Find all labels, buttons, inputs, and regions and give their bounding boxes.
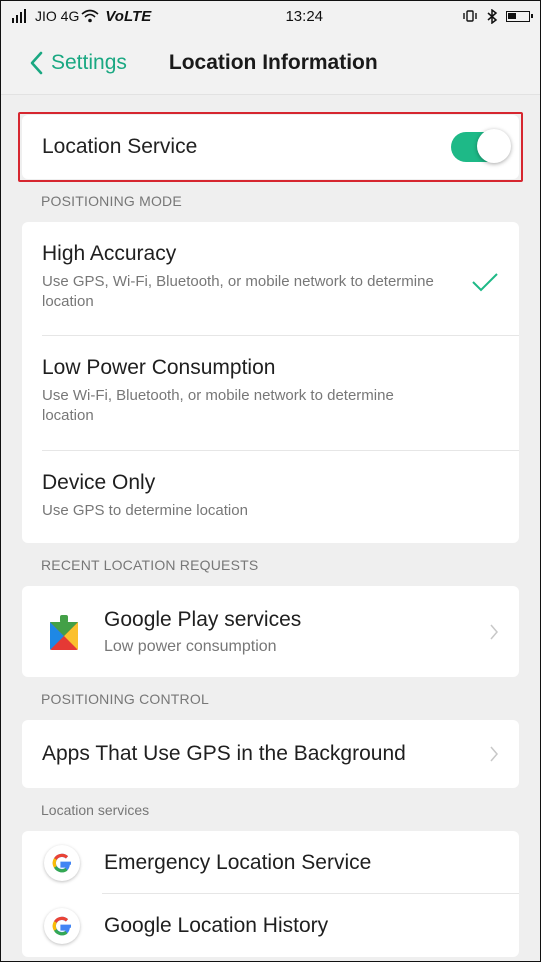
positioning-mode-card: High Accuracy Use GPS, Wi-Fi, Bluetooth,… <box>22 222 519 543</box>
apps-gps-background-label: Apps That Use GPS in the Background <box>42 742 406 765</box>
status-left: JIO 4G VoLTE <box>11 8 207 25</box>
volte-prefix: Vo <box>105 7 124 25</box>
option-title: Low Power Consumption <box>42 356 276 379</box>
status-right <box>462 8 533 24</box>
location-service-label: Location Service <box>42 135 198 158</box>
option-high-accuracy[interactable]: High Accuracy Use GPS, Wi-Fi, Bluetooth,… <box>22 222 519 336</box>
option-device-only[interactable]: Device Only Use GPS to determine locatio… <box>22 451 519 543</box>
page-title: Location Information <box>168 50 378 74</box>
location-services-card: Emergency Location Service Google Locati… <box>22 831 519 957</box>
google-g-icon <box>44 907 80 944</box>
chevron-left-icon <box>30 51 43 74</box>
service-location-history[interactable]: Google Location History <box>22 894 519 957</box>
request-text: Google Play services Low power consumpti… <box>104 608 489 656</box>
location-service-toggle[interactable] <box>451 129 511 163</box>
section-positioning-mode: POSITIONING MODE <box>41 192 182 209</box>
volte-suffix: LTE <box>123 7 152 25</box>
wifi-icon <box>81 9 99 23</box>
positioning-control-card: Apps That Use GPS in the Background <box>22 720 519 788</box>
screen: JIO 4G VoLTE 13:24 Settings Location Inf… <box>0 0 541 962</box>
google-play-services-icon <box>50 614 78 650</box>
option-title: High Accuracy <box>42 242 177 265</box>
toggle-knob <box>477 129 511 163</box>
option-low-power[interactable]: Low Power Consumption Use Wi-Fi, Bluetoo… <box>22 336 519 451</box>
service-emergency-location[interactable]: Emergency Location Service <box>22 831 519 894</box>
battery-icon <box>506 10 533 22</box>
request-google-play-services[interactable]: Google Play services Low power consumpti… <box>22 586 519 677</box>
request-title: Google Play services <box>104 607 302 631</box>
option-title: Device Only <box>42 471 156 494</box>
volte-label: VoLTE <box>105 8 151 25</box>
status-bar: JIO 4G VoLTE 13:24 <box>1 1 540 31</box>
app-header: Settings Location Information <box>1 31 540 95</box>
chevron-right-icon <box>490 746 498 762</box>
apps-gps-background-row[interactable]: Apps That Use GPS in the Background <box>22 720 519 788</box>
back-label: Settings <box>51 50 127 74</box>
option-desc: Use GPS, Wi-Fi, Bluetooth, or mobile net… <box>42 273 434 310</box>
option-desc: Use Wi-Fi, Bluetooth, or mobile network … <box>42 387 394 424</box>
clock: 13:24 <box>285 7 324 25</box>
section-recent-requests: RECENT LOCATION REQUESTS <box>41 556 259 573</box>
recent-requests-card: Google Play services Low power consumpti… <box>22 586 519 677</box>
checkmark-icon <box>472 273 498 292</box>
bluetooth-icon <box>487 8 498 24</box>
carrier-label: JIO 4G <box>35 8 80 24</box>
vibrate-icon <box>463 10 477 22</box>
section-location-services: Location services <box>41 801 150 818</box>
service-label: Emergency Location Service <box>104 850 372 874</box>
back-button[interactable]: Settings <box>29 51 127 75</box>
request-desc: Low power consumption <box>104 637 277 655</box>
section-positioning-control: POSITIONING CONTROL <box>41 690 209 707</box>
option-desc: Use GPS to determine location <box>42 502 248 519</box>
google-g-icon <box>44 844 80 881</box>
chevron-right-icon <box>490 624 498 639</box>
service-label: Google Location History <box>104 913 329 937</box>
location-service-row[interactable]: Location Service <box>18 112 523 182</box>
signal-icon <box>12 9 26 23</box>
